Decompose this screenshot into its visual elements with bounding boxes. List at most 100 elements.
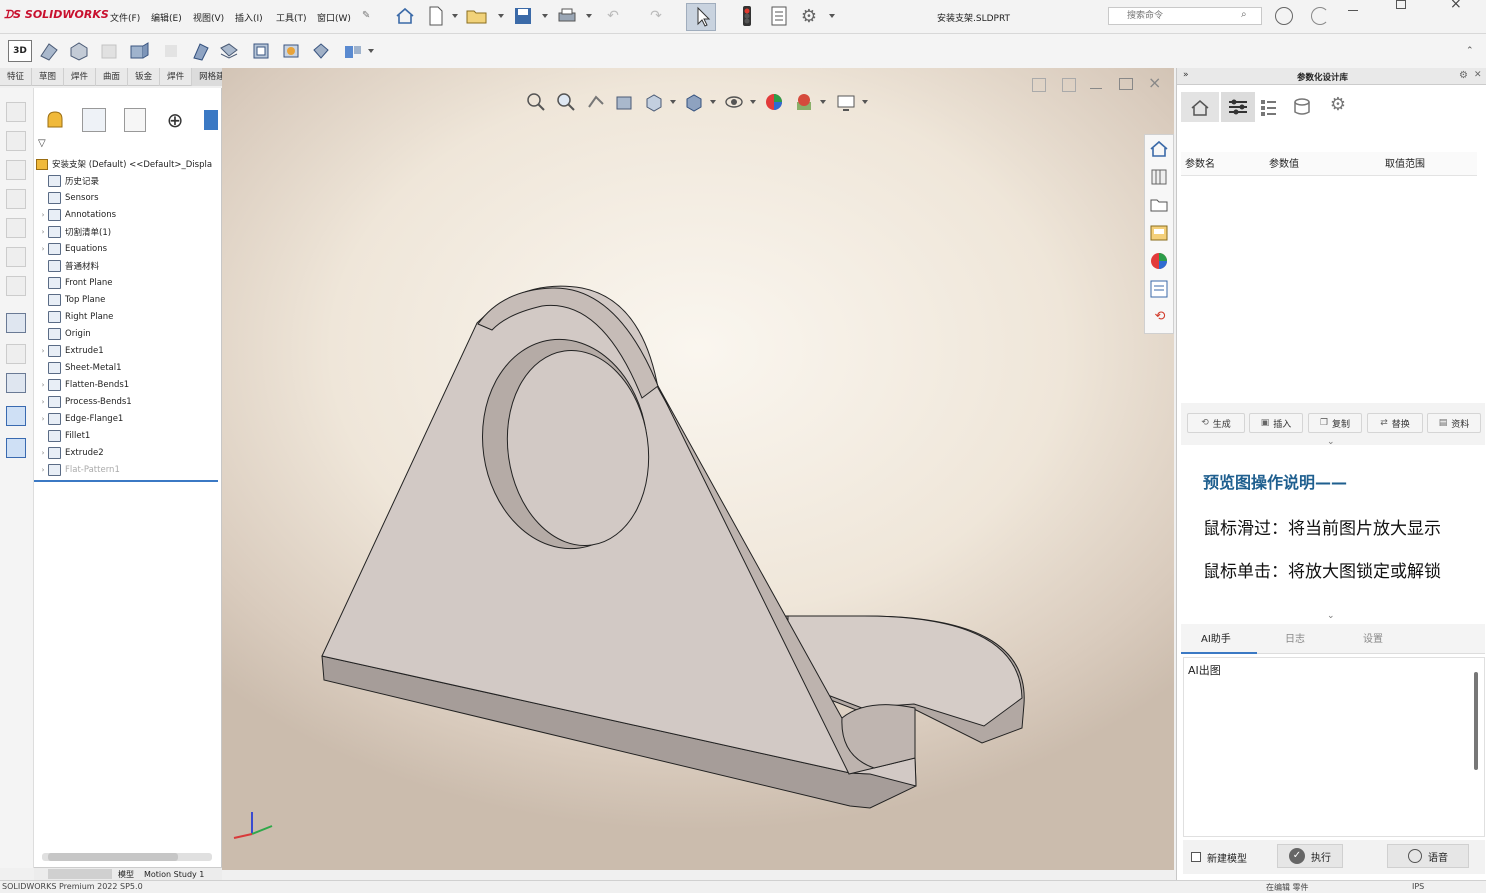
voice-button[interactable]: 语音 (1387, 844, 1469, 868)
dimxpert-tab-icon[interactable]: ⊕ (164, 108, 186, 132)
menu-edit[interactable]: 编辑(E) (151, 11, 182, 24)
tree-item[interactable]: › Annotations (38, 206, 226, 223)
command-tab-1[interactable]: 草图 (32, 68, 65, 86)
tab-model[interactable]: 模型 (118, 869, 134, 880)
new-model-checkbox[interactable] (1191, 852, 1201, 862)
chevron-down-icon[interactable] (498, 14, 504, 18)
strip-tool-10-icon[interactable] (6, 373, 26, 393)
rip-icon[interactable] (342, 42, 364, 62)
tree-item[interactable]: Sensors (38, 189, 226, 206)
jog-icon[interactable] (218, 40, 240, 62)
solidworks-resources-icon[interactable] (1149, 139, 1169, 159)
minimize-window-icon[interactable] (1348, 10, 1358, 11)
tree-item[interactable]: 普通材料 (38, 257, 226, 274)
flatten-icon[interactable] (310, 40, 332, 62)
splitter-chevron-icon[interactable]: ⌄ (1327, 611, 1335, 621)
menu-insert[interactable]: 插入(I) (235, 11, 263, 24)
tab-settings[interactable]: 设置 (1363, 630, 1383, 645)
search-input[interactable] (1127, 8, 1247, 24)
tree-item[interactable]: Right Plane (38, 308, 226, 325)
strip-tool-11-icon[interactable] (6, 406, 26, 426)
property-manager-tab-icon[interactable] (82, 108, 106, 132)
insert-button[interactable]: ▣ 插入 (1249, 413, 1303, 433)
tree-item[interactable]: Top Plane (38, 291, 226, 308)
menu-view[interactable]: 视图(V) (193, 11, 224, 24)
collapse-ribbon-icon[interactable]: ⌃ (1466, 46, 1474, 56)
tab-log[interactable]: 日志 (1285, 630, 1305, 645)
replace-button[interactable]: ⇄ 替换 (1367, 413, 1423, 433)
strip-tool-1-icon[interactable] (6, 102, 26, 122)
menu-window[interactable]: 窗口(W) (317, 11, 351, 24)
panel-tab-home[interactable] (1181, 92, 1219, 122)
tree-expand-icon[interactable]: › (38, 347, 48, 355)
tree-expand-icon[interactable]: › (38, 381, 48, 389)
panel-options-icon[interactable]: ⚙ (1459, 70, 1468, 81)
view-palette-icon[interactable] (1149, 223, 1169, 243)
help-icon[interactable] (1311, 7, 1329, 25)
sketched-bend-icon[interactable] (190, 40, 212, 62)
tree-item[interactable]: › Process-Bends1 (38, 393, 226, 410)
strip-tool-9-icon[interactable] (6, 344, 26, 364)
new-document-icon[interactable] (425, 5, 447, 27)
pin-icon[interactable]: ✎ (362, 10, 370, 21)
close-window-icon[interactable]: × (1450, 0, 1462, 12)
strip-tool-12-icon[interactable] (6, 438, 26, 458)
unfold-icon[interactable] (250, 40, 272, 62)
appearances-scenes-icon[interactable] (1149, 251, 1169, 271)
configuration-manager-tab-icon[interactable] (124, 108, 146, 132)
strip-tool-8-icon[interactable] (6, 313, 26, 333)
undo-icon[interactable]: ↶ (602, 5, 624, 27)
redo-icon[interactable]: ↷ (645, 5, 667, 27)
command-tab-2[interactable]: 焊件 (64, 68, 97, 86)
tree-item[interactable]: › Extrude1 (38, 342, 226, 359)
tree-root[interactable]: 安装支架 (Default) <<Default>_Displa (36, 156, 222, 172)
tree-expand-icon[interactable]: › (38, 466, 48, 474)
tree-item[interactable]: 历史记录 (38, 172, 226, 189)
tree-expand-icon[interactable]: › (38, 415, 48, 423)
menu-tools[interactable]: 工具(T) (276, 11, 307, 24)
open-folder-icon[interactable] (466, 5, 488, 27)
tree-expand-icon[interactable]: › (38, 245, 48, 253)
textarea-scrollbar[interactable] (1474, 672, 1478, 770)
strip-tool-4-icon[interactable] (6, 189, 26, 209)
tree-item[interactable]: Front Plane (38, 274, 226, 291)
tree-expand-icon[interactable]: › (38, 398, 48, 406)
sheet-metal-icon[interactable] (38, 40, 60, 62)
3d-icon[interactable]: 3D (8, 40, 32, 62)
panel-pin-icon[interactable]: ✕ (1474, 70, 1482, 80)
fold-icon[interactable] (280, 40, 302, 62)
tab-scroll-track[interactable] (48, 869, 112, 879)
command-tab-0[interactable]: 特征 (0, 68, 33, 86)
rollback-bar[interactable] (34, 480, 218, 482)
tree-item[interactable]: Origin (38, 325, 226, 342)
filter-icon[interactable]: ▽ (38, 138, 46, 149)
expand-panel-icon[interactable]: » (1183, 70, 1189, 80)
display-manager-tab-icon[interactable] (204, 110, 218, 130)
custom-properties-icon[interactable] (1149, 279, 1169, 299)
select-tool-button[interactable] (686, 3, 716, 31)
graphics-viewport[interactable]: × (222, 68, 1174, 870)
panel-tab-parameters[interactable] (1221, 92, 1255, 122)
panel-tab-database-icon[interactable] (1291, 96, 1313, 118)
command-tab-3[interactable]: 曲面 (96, 68, 129, 86)
tree-item[interactable]: Fillet1 (38, 427, 226, 444)
maximize-window-icon[interactable] (1396, 0, 1406, 9)
tree-item[interactable]: › Extrude2 (38, 444, 226, 461)
search-box[interactable]: ⌕ (1108, 7, 1262, 25)
panel-tab-settings-icon[interactable]: ⚙ (1327, 94, 1349, 116)
chevron-down-icon[interactable] (829, 14, 835, 18)
execute-button[interactable]: ✓ 执行 (1277, 844, 1343, 868)
generate-button[interactable]: ⟲ 生成 (1187, 413, 1245, 433)
tree-item[interactable]: › Equations (38, 240, 226, 257)
tree-expand-icon[interactable]: › (38, 211, 48, 219)
edge-flange-icon[interactable] (128, 40, 150, 62)
strip-tool-7-icon[interactable] (6, 276, 26, 296)
user-account-icon[interactable] (1275, 7, 1293, 25)
save-icon[interactable] (512, 5, 534, 27)
convert-to-sheet-metal-icon[interactable] (98, 40, 120, 62)
file-explorer-icon[interactable] (1149, 195, 1169, 215)
tree-item[interactable]: › Flat-Pattern1 (38, 461, 226, 478)
gear-icon[interactable]: ⚙ (798, 5, 820, 27)
home-icon[interactable] (394, 5, 416, 27)
traffic-light-icon[interactable] (736, 5, 758, 27)
